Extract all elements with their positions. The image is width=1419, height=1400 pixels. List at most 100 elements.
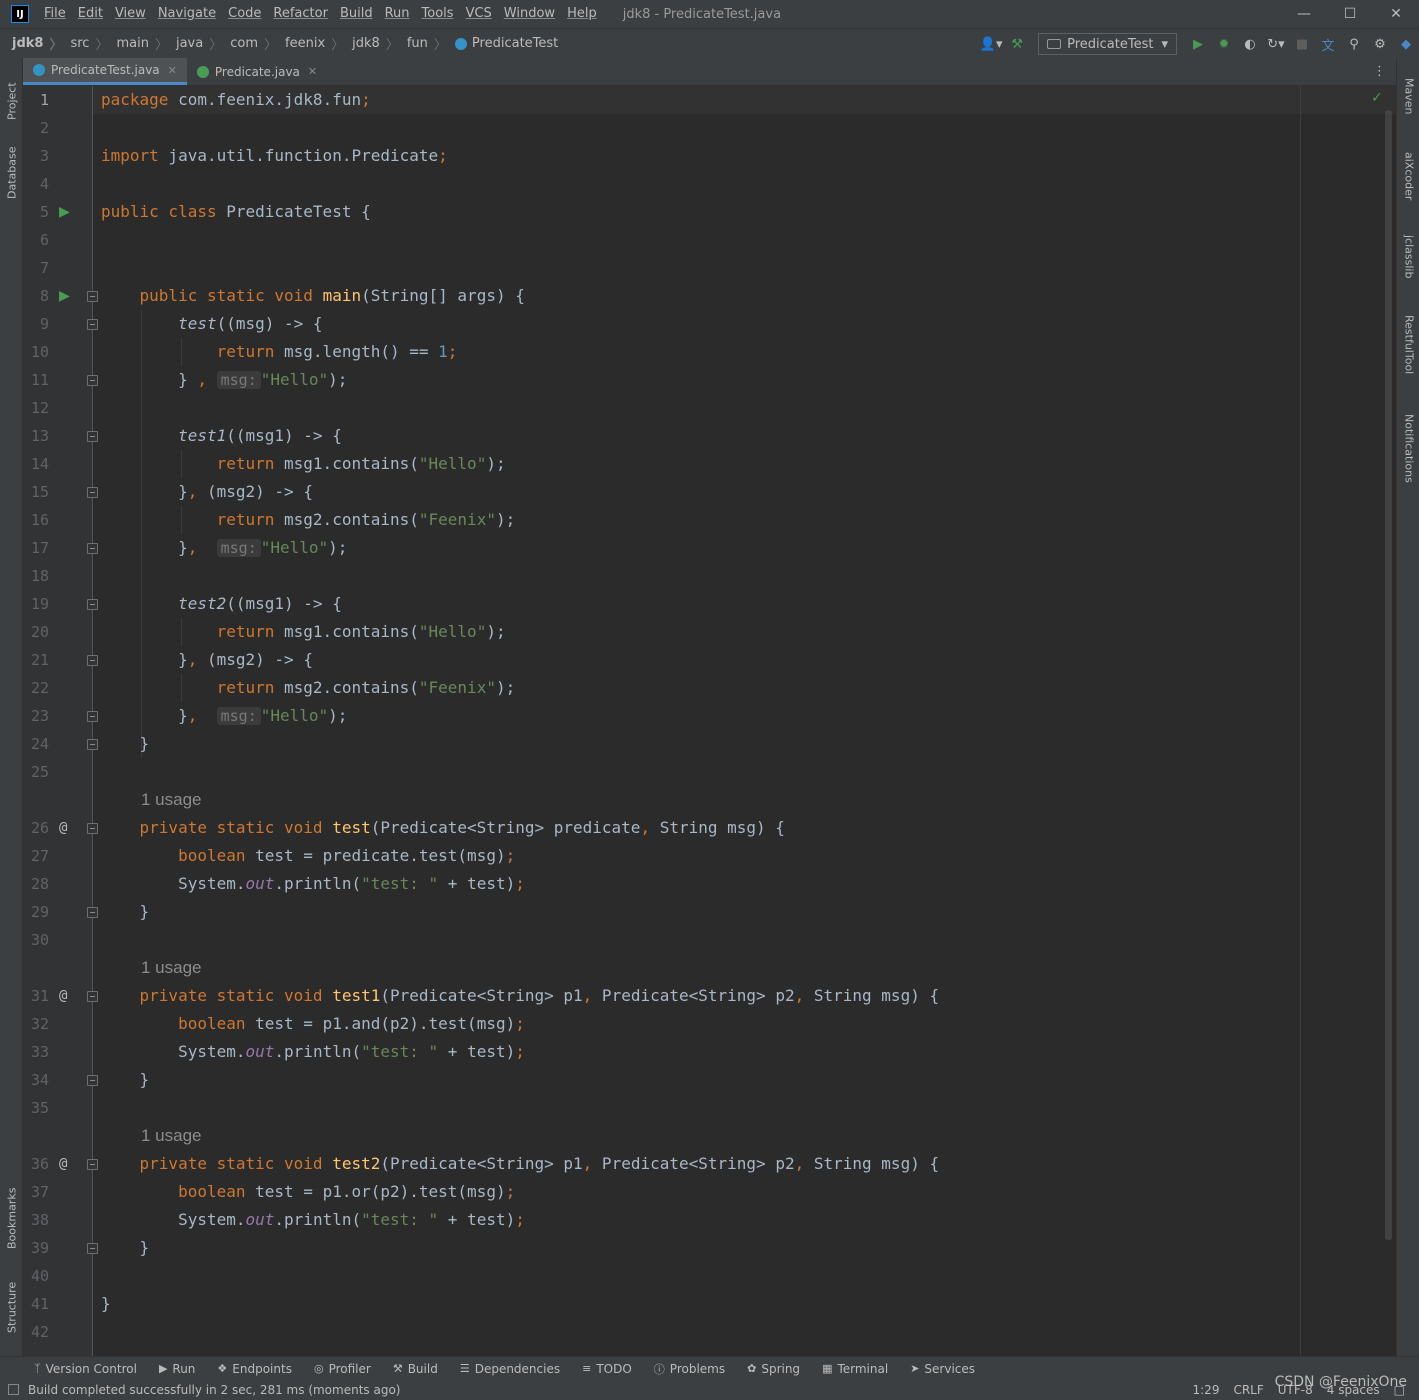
tab-predicatetest[interactable]: PredicateTest.java ✕ bbox=[23, 58, 187, 85]
breadcrumb-label: com bbox=[230, 36, 258, 51]
close-icon[interactable]: ✕ bbox=[1373, 0, 1419, 28]
breadcrumb-item[interactable]: feenix 〉 bbox=[277, 34, 344, 53]
intellij-logo-icon[interactable]: IJ bbox=[11, 5, 29, 23]
fold-icon[interactable] bbox=[87, 1159, 98, 1170]
usage-hint[interactable]: 1 usage bbox=[141, 954, 202, 982]
menu-code[interactable]: Code bbox=[222, 0, 267, 28]
tool-spring[interactable]: ✿ Spring bbox=[747, 1362, 800, 1376]
profiler-icon: ◎ bbox=[313, 1362, 324, 1375]
breadcrumb-item[interactable]: jdk8 〉 bbox=[0, 34, 62, 53]
translate-icon[interactable]: 文 bbox=[1315, 33, 1341, 55]
tool-version-control[interactable]: ᛉ Version Control bbox=[34, 1362, 137, 1376]
run-gutter-icon[interactable]: ▶ bbox=[59, 198, 70, 226]
code-line: 17 }, msg: "Hello"); bbox=[23, 534, 1396, 562]
menu-help[interactable]: Help bbox=[561, 0, 603, 28]
fold-icon[interactable] bbox=[87, 1075, 98, 1086]
menu-run[interactable]: Run bbox=[379, 0, 416, 28]
maximize-icon[interactable]: ☐ bbox=[1327, 0, 1373, 28]
implementation-gutter-icon[interactable]: @ bbox=[59, 982, 67, 1010]
tool-tab-bookmarks[interactable]: Bookmarks bbox=[1, 1178, 23, 1258]
search-icon[interactable]: ⚲ bbox=[1341, 33, 1367, 55]
tool-dependencies[interactable]: ☰ Dependencies bbox=[460, 1362, 560, 1376]
menu-vcs[interactable]: VCS bbox=[460, 0, 498, 28]
tab-predicate[interactable]: Predicate.java ✕ bbox=[187, 58, 327, 85]
tool-tab-maven[interactable]: Maven bbox=[1398, 66, 1419, 126]
fold-icon[interactable] bbox=[87, 375, 98, 386]
run-icon[interactable]: ▶ bbox=[1185, 33, 1211, 55]
implementation-gutter-icon[interactable]: @ bbox=[59, 1150, 67, 1178]
code-editor[interactable]: ✓ 1 package com.feenix.jdk8.fun; 2 3 impor… bbox=[23, 86, 1396, 1356]
tool-tab-structure[interactable]: Structure bbox=[1, 1268, 23, 1346]
fold-icon[interactable] bbox=[87, 711, 98, 722]
fold-icon[interactable] bbox=[87, 291, 98, 302]
close-tab-icon[interactable]: ✕ bbox=[308, 65, 317, 78]
breadcrumb-item[interactable]: src 〉 bbox=[62, 34, 108, 53]
line-separator[interactable]: CRLF bbox=[1233, 1383, 1263, 1397]
menu-refactor[interactable]: Refactor bbox=[267, 0, 334, 28]
profile-icon[interactable]: ↻▾ bbox=[1263, 33, 1289, 55]
fold-icon[interactable] bbox=[87, 655, 98, 666]
menu-file[interactable]: File bbox=[38, 0, 72, 28]
implementation-gutter-icon[interactable]: @ bbox=[59, 814, 67, 842]
tool-profiler[interactable]: ◎ Profiler bbox=[314, 1362, 371, 1376]
fold-icon[interactable] bbox=[87, 319, 98, 330]
breadcrumb-item[interactable]: main 〉 bbox=[108, 34, 168, 53]
build-hammer-icon[interactable]: ⚒ bbox=[1004, 33, 1030, 55]
fold-icon[interactable] bbox=[87, 907, 98, 918]
breadcrumb-label: jdk8 bbox=[12, 36, 44, 51]
tool-build[interactable]: ⚒ Build bbox=[393, 1362, 438, 1376]
tool-tab-project[interactable]: Project bbox=[1, 66, 23, 136]
menu-view[interactable]: View bbox=[109, 0, 152, 28]
line-number: 41 bbox=[30, 1295, 49, 1313]
tool-problems[interactable]: ⓘ Problems bbox=[654, 1361, 725, 1377]
tool-tab-aixcoder[interactable]: aiXcoder bbox=[1398, 140, 1419, 212]
tool-label: Terminal bbox=[837, 1361, 889, 1376]
breadcrumb-item[interactable]: com 〉 bbox=[222, 34, 277, 53]
line-number: 19 bbox=[30, 595, 49, 613]
fold-icon[interactable] bbox=[87, 739, 98, 750]
code-text: package com.feenix.jdk8.fun; bbox=[101, 86, 371, 114]
breadcrumb-item[interactable]: jdk8 〉 bbox=[344, 34, 399, 53]
fold-icon[interactable] bbox=[87, 543, 98, 554]
tool-terminal[interactable]: ▦ Terminal bbox=[822, 1362, 888, 1376]
tool-run[interactable]: ▶ Run bbox=[159, 1362, 195, 1376]
fold-icon[interactable] bbox=[87, 823, 98, 834]
gear-icon[interactable]: ⚙ bbox=[1367, 33, 1393, 55]
more-tabs-icon[interactable]: ⋮ bbox=[1373, 64, 1386, 79]
breadcrumb-item[interactable]: fun 〉 bbox=[399, 34, 447, 53]
fold-icon[interactable] bbox=[87, 1243, 98, 1254]
debug-icon[interactable]: ✹ bbox=[1211, 33, 1237, 55]
tool-tab-database[interactable]: Database bbox=[1, 138, 23, 208]
stop-icon[interactable]: ■ bbox=[1289, 33, 1315, 55]
tool-services[interactable]: ➤ Services bbox=[910, 1362, 975, 1376]
usage-hint[interactable]: 1 usage bbox=[141, 786, 202, 814]
code-text: return msg2.contains("Feenix"); bbox=[101, 674, 516, 702]
menu-window[interactable]: Window bbox=[498, 0, 561, 28]
caret-position[interactable]: 1:29 bbox=[1193, 1383, 1220, 1397]
run-configuration-selector[interactable]: PredicateTest ▾ bbox=[1038, 33, 1177, 55]
fold-icon[interactable] bbox=[87, 991, 98, 1002]
coverage-icon[interactable]: ◐ bbox=[1237, 33, 1263, 55]
tool-endpoints[interactable]: ❖ Endpoints bbox=[217, 1362, 292, 1376]
status-square-icon[interactable] bbox=[8, 1384, 19, 1395]
breadcrumb-item[interactable]: java 〉 bbox=[168, 34, 222, 53]
menu-edit[interactable]: Edit bbox=[72, 0, 109, 28]
menu-build[interactable]: Build bbox=[334, 0, 379, 28]
breadcrumb-current-class[interactable]: PredicateTest bbox=[447, 36, 558, 51]
tool-tab-jclasslib[interactable]: jclasslib bbox=[1398, 224, 1419, 290]
tool-todo[interactable]: ≡ TODO bbox=[582, 1362, 632, 1376]
close-tab-icon[interactable]: ✕ bbox=[168, 64, 177, 77]
status-message[interactable]: Build completed successfully in 2 sec, 2… bbox=[28, 1383, 400, 1397]
minimize-icon[interactable]: — bbox=[1281, 0, 1327, 28]
tool-tab-restfultool[interactable]: RestfulTool bbox=[1398, 304, 1419, 386]
usage-hint[interactable]: 1 usage bbox=[141, 1122, 202, 1150]
tool-tab-notifications[interactable]: Notifications bbox=[1398, 402, 1419, 494]
fold-icon[interactable] bbox=[87, 599, 98, 610]
menu-tools[interactable]: Tools bbox=[416, 0, 460, 28]
fold-icon[interactable] bbox=[87, 487, 98, 498]
menu-navigate[interactable]: Navigate bbox=[152, 0, 222, 28]
fold-icon[interactable] bbox=[87, 431, 98, 442]
user-icon[interactable]: 👤▾ bbox=[978, 33, 1004, 55]
run-gutter-icon[interactable]: ▶ bbox=[59, 282, 70, 310]
plugin-logo-icon[interactable]: ◆ bbox=[1393, 33, 1419, 55]
